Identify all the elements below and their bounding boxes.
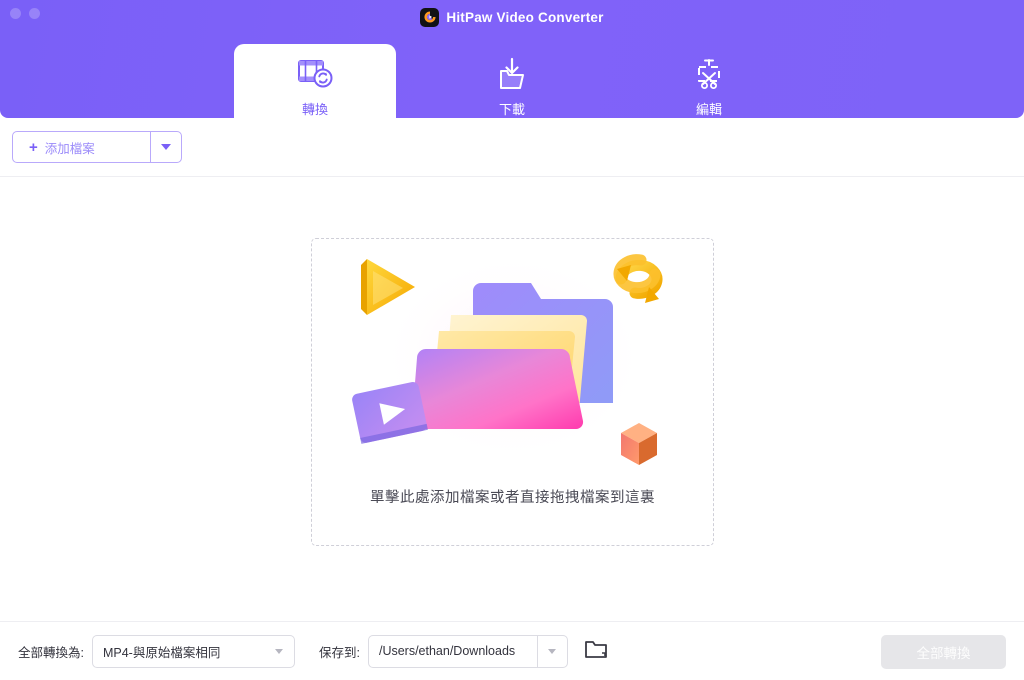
tab-download-label: 下載 xyxy=(498,102,525,117)
scissors-crop-icon xyxy=(690,55,728,92)
title-bar: HitPaw Video Converter 轉換 下載 編輯 xyxy=(0,0,1024,118)
format-chevron-down-icon[interactable] xyxy=(265,648,294,654)
add-files-label: 添加檔案 xyxy=(44,141,95,156)
drop-zone-hint: 單擊此處添加檔案或者直接拖拽檔案到這裏 xyxy=(370,490,655,506)
tab-convert-label: 轉換 xyxy=(301,102,328,117)
add-files-control: + 添加檔案 xyxy=(12,131,182,163)
main-tabs: 轉換 下載 編輯 xyxy=(0,44,1024,118)
video-card-decoration xyxy=(351,381,428,444)
save-path-chevron-down-icon[interactable] xyxy=(538,648,567,654)
tab-edit-label: 編輯 xyxy=(695,102,722,117)
save-path-value: /Users/ethan/Downloads xyxy=(378,644,516,658)
output-format-select[interactable]: MP4-與原始檔案相同 xyxy=(91,634,295,668)
app-title: HitPaw Video Converter xyxy=(446,9,604,25)
main-content: 單擊此處添加檔案或者直接拖拽檔案到這裏 xyxy=(0,178,1024,621)
tab-download[interactable]: 下載 xyxy=(431,44,593,118)
tab-edit[interactable]: 編輯 xyxy=(628,44,790,118)
output-format-value: MP4-與原始檔案相同 xyxy=(102,645,221,660)
add-files-button[interactable]: + 添加檔案 xyxy=(13,132,150,162)
save-path-select[interactable]: /Users/ethan/Downloads xyxy=(367,634,568,668)
cube-decoration xyxy=(620,423,657,465)
save-to-label: 保存到: xyxy=(318,645,360,660)
tab-convert[interactable]: 轉換 xyxy=(234,44,396,118)
app-window: HitPaw Video Converter 轉換 下載 編輯 + 添加檔案 單… xyxy=(0,0,1024,680)
chevron-down-glyph xyxy=(548,648,557,654)
hitpaw-logo-icon xyxy=(420,7,440,27)
convert-all-button[interactable]: 全部轉換 xyxy=(881,635,1006,669)
chevron-down-icon xyxy=(161,144,171,150)
folder-media-illustration xyxy=(343,245,683,480)
bottom-bar: 全部轉換為: MP4-與原始檔案相同 保存到: /Users/ethan/Dow… xyxy=(0,621,1024,680)
toolbar: + 添加檔案 轉換中 轉換完成 xyxy=(0,118,1024,282)
convert-all-to-label: 全部轉換為: xyxy=(18,645,84,660)
folder-open-icon[interactable] xyxy=(584,638,608,665)
film-convert-icon xyxy=(295,55,335,92)
file-drop-zone[interactable]: 單擊此處添加檔案或者直接拖拽檔案到這裏 xyxy=(311,238,714,546)
plus-icon: + xyxy=(29,138,38,156)
add-files-dropdown-button[interactable] xyxy=(151,132,181,162)
app-title-group: HitPaw Video Converter xyxy=(0,5,1024,29)
download-folder-icon xyxy=(493,55,531,92)
chevron-down-glyph xyxy=(275,648,284,654)
